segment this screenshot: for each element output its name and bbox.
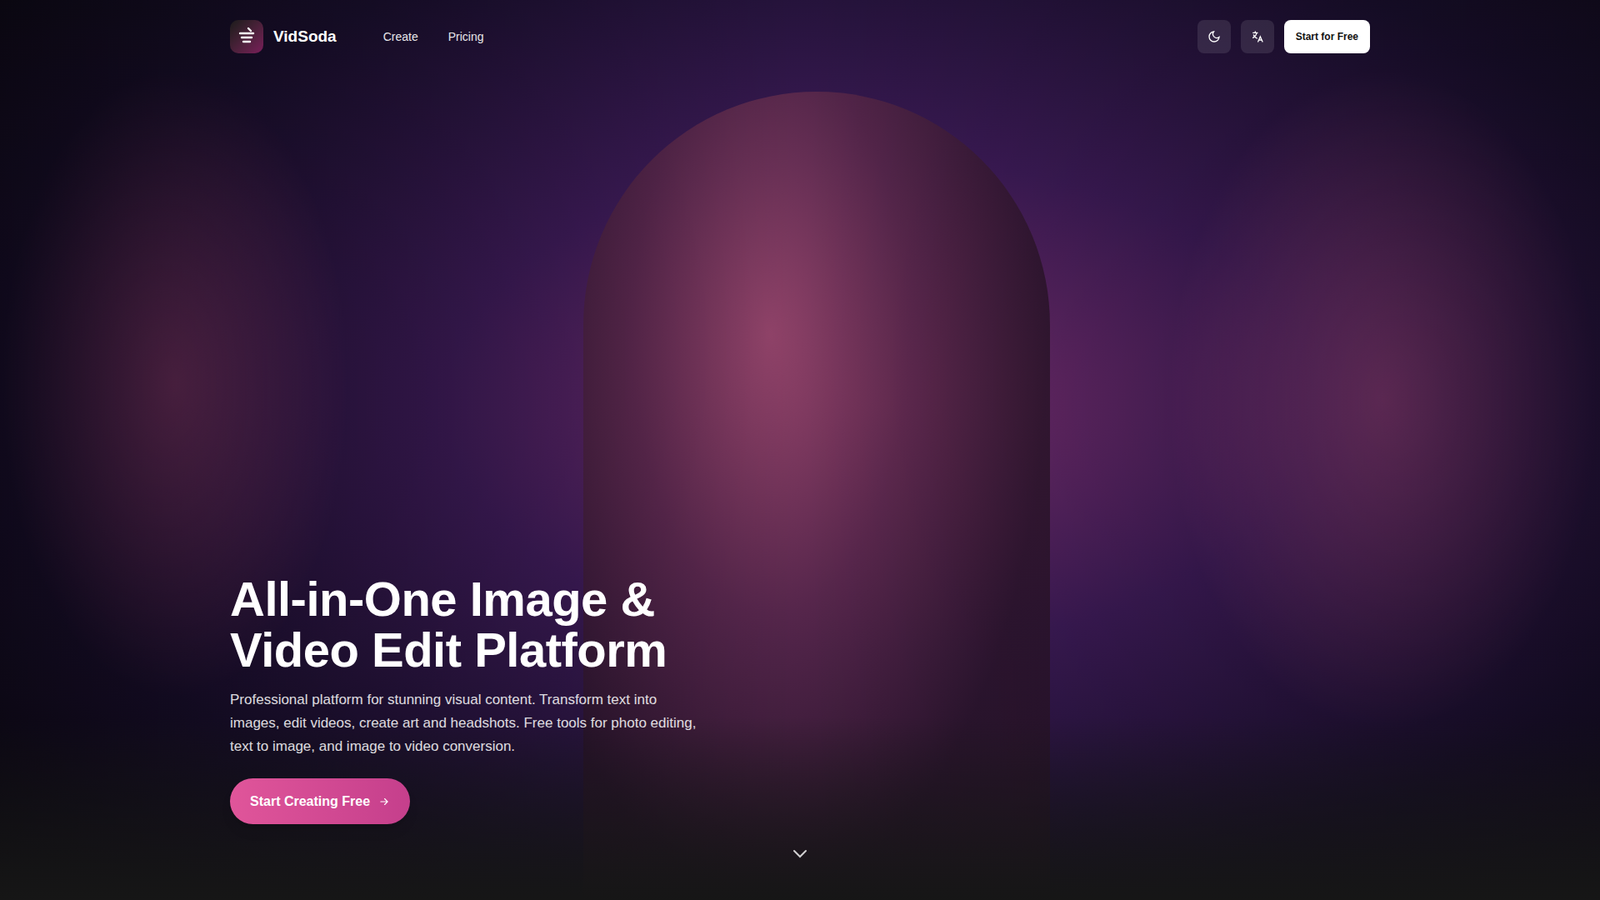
start-free-button[interactable]: Start for Free bbox=[1284, 20, 1370, 54]
hero-description: Professional platform for stunning visua… bbox=[230, 688, 697, 759]
scroll-down-chevron-icon[interactable] bbox=[790, 843, 810, 864]
nav-link[interactable]: Pricing bbox=[438, 28, 495, 46]
hero-section: All-in-One Image &Video Edit Platform Pro… bbox=[230, 573, 1370, 825]
hero-title: All-in-One Image &Video Edit Platform bbox=[230, 573, 764, 675]
nav-link[interactable]: Create bbox=[373, 28, 429, 46]
arrow-right-icon bbox=[378, 795, 390, 808]
button-label: Start Creating Free bbox=[250, 791, 370, 812]
brand-name[interactable]: VidSoda bbox=[273, 25, 337, 50]
logo-icon[interactable] bbox=[230, 20, 264, 54]
language-translate-icon[interactable] bbox=[1240, 20, 1275, 54]
start-creating-button[interactable]: Start Creating Free bbox=[230, 778, 410, 825]
top-nav: VidSoda Create Pricing Start for Free bbox=[230, 0, 1370, 54]
hero-background-photo bbox=[0, 0, 1600, 900]
hero-title-line: Video Edit Platform bbox=[230, 624, 764, 675]
hero-title-line: All-in-One Image & bbox=[230, 573, 764, 625]
theme-toggle-moon-icon[interactable] bbox=[1197, 20, 1231, 54]
